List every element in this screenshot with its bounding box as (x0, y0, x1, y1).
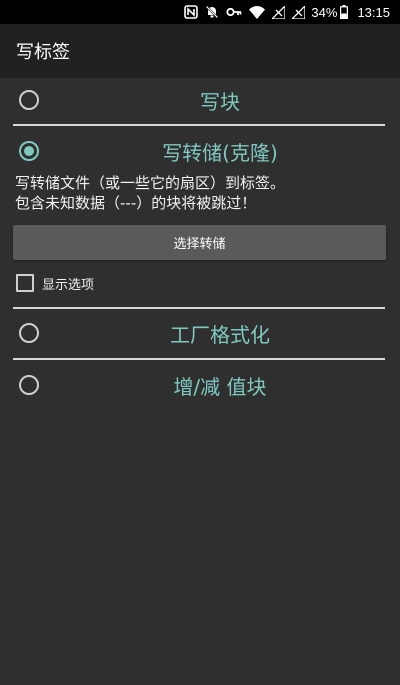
divider (13, 307, 385, 309)
option-label: 增/减 值块 (173, 374, 267, 399)
radio-value-block[interactable] (19, 375, 39, 395)
bell-off-icon (205, 5, 219, 19)
clock: 13:15 (357, 4, 390, 20)
battery-icon (340, 5, 349, 19)
option-write-dump[interactable]: 写转储(克隆) (0, 129, 400, 173)
radio-write-block[interactable] (19, 90, 39, 110)
select-dump-button[interactable]: 选择转储 (13, 225, 386, 260)
wifi-icon (249, 5, 266, 19)
option-label: 写块 (200, 89, 240, 114)
option-factory-format[interactable]: 工厂格式化 (0, 311, 400, 355)
page-title: 写标签 (16, 42, 70, 63)
nfc-icon (184, 5, 199, 19)
content: 写块 写转储(克隆) 写转储文件（或一些它的扇区）到标签。 包含未知数据（---… (0, 78, 400, 685)
battery-percent: 34% (311, 4, 338, 20)
signal-off-icon (272, 5, 286, 19)
dump-description-line: 写转储文件（或一些它的扇区）到标签。 (15, 174, 286, 192)
dump-description: 写转储文件（或一些它的扇区）到标签。 包含未知数据（---）的块将被跳过！ (15, 173, 387, 213)
key-icon (226, 5, 242, 19)
show-options-row[interactable]: 显示选项 (16, 272, 94, 294)
signal-off-icon (292, 5, 306, 19)
option-label: 写转储(克隆) (162, 140, 278, 165)
radio-write-dump[interactable] (19, 141, 39, 161)
show-options-label: 显示选项 (42, 277, 95, 293)
option-value-block[interactable]: 增/减 值块 (0, 363, 400, 407)
radio-factory-format[interactable] (19, 323, 39, 343)
app-bar: 写标签 (0, 24, 400, 78)
dump-description-line: 包含未知数据（---）的块将被跳过！ (15, 194, 257, 212)
option-label: 工厂格式化 (170, 322, 270, 347)
divider (13, 124, 385, 126)
show-options-checkbox[interactable] (16, 274, 34, 292)
option-write-block[interactable]: 写块 (0, 78, 400, 122)
status-bar: 34% 13:15 (0, 0, 400, 24)
divider (13, 358, 385, 360)
